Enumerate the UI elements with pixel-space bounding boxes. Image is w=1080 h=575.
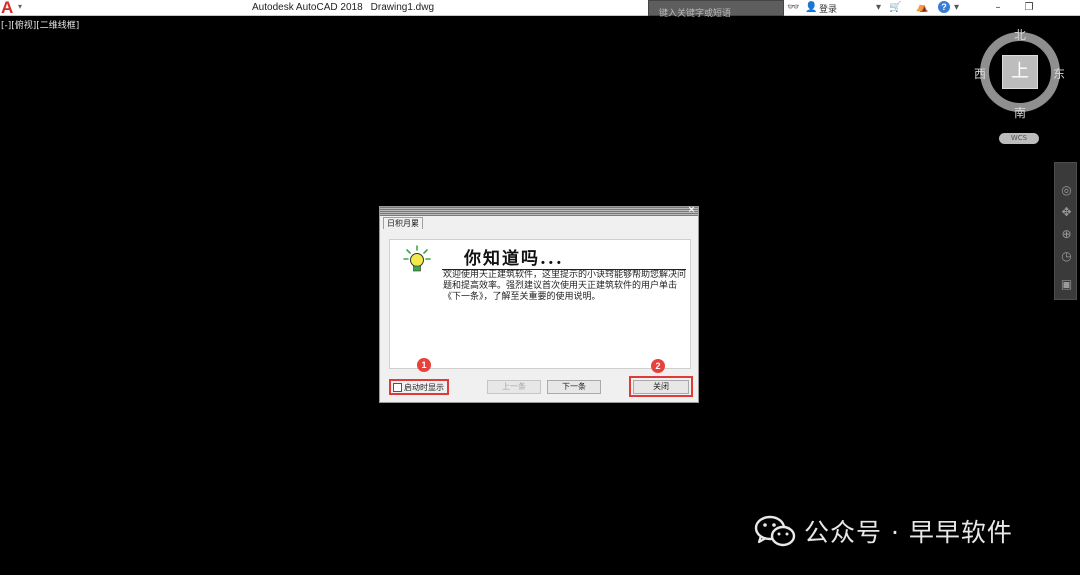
document-name: Drawing1.dwg	[370, 2, 435, 13]
compass-west[interactable]: 西	[974, 65, 986, 82]
autocad-logo-icon: A	[1, 0, 14, 17]
startup-checkbox[interactable]: 启动时显示	[389, 379, 449, 395]
showmotion-icon[interactable]: ▣	[1059, 277, 1074, 292]
next-tip-button[interactable]: 下一条	[547, 380, 601, 394]
user-icon[interactable]: 👤	[805, 1, 817, 15]
compass-north[interactable]: 北	[1014, 26, 1026, 43]
full-navigation-wheel-icon[interactable]: ◎	[1059, 183, 1074, 198]
lightbulb-icon	[403, 245, 431, 272]
dialog-tab[interactable]: 日积月累	[383, 217, 423, 229]
watermark: 公众号 · 早早软件	[754, 511, 1013, 551]
navigation-bar: ◎ ✥ ⊕ ◷ ▣	[1054, 162, 1077, 300]
prev-tip-button[interactable]: 上一条	[487, 380, 541, 394]
pan-icon[interactable]: ✥	[1059, 205, 1074, 220]
step-marker-2: 2	[651, 359, 665, 373]
help-icon: ?	[938, 1, 950, 13]
zoom-icon[interactable]: ⊕	[1059, 227, 1074, 242]
watermark-text: 公众号 · 早早软件	[804, 518, 1013, 547]
compass-east[interactable]: 东	[1053, 65, 1065, 82]
window-title: Autodesk AutoCAD 2018 Drawing1.dwg	[252, 2, 434, 13]
search-box[interactable]	[648, 0, 784, 21]
viewcube[interactable]: 上 北 南 东 西	[974, 26, 1065, 120]
viewcube-top-face[interactable]: 上	[1002, 55, 1038, 89]
checkbox-box[interactable]	[393, 382, 402, 392]
tip-title: 你知道吗...	[464, 249, 564, 269]
application-menu-button[interactable]: A ▾	[0, 0, 28, 17]
search-input[interactable]	[649, 7, 783, 21]
tip-text: 欢迎使用天正建筑软件，这里提示的小诀窍能够帮助您解决问题和提高效率。强烈建议首次…	[443, 270, 687, 302]
tip-panel: 你知道吗... 欢迎使用天正建筑软件，这里提示的小诀窍能够帮助您解决问题和提高效…	[389, 239, 691, 369]
viewport-controls-label[interactable]: [-][俯视][二维线框]	[1, 18, 79, 31]
title-bar: A ▾ Autodesk AutoCAD 2018Drawing1.dwg 👓 …	[0, 0, 1080, 21]
orbit-icon[interactable]: ◷	[1059, 249, 1074, 264]
step-marker-1: 1	[417, 358, 431, 372]
cart-icon[interactable]: 🛒	[889, 1, 901, 15]
tip-of-the-day-dialog: × 日积月累 你知道吗... 欢迎使用天正建筑软件，这里提示的小诀窍能够帮助您解…	[379, 205, 699, 403]
dialog-close-icon[interactable]: ×	[687, 205, 696, 215]
compass-south[interactable]: 南	[1014, 104, 1026, 121]
login-button[interactable]: 登录	[819, 2, 837, 15]
binoculars-icon[interactable]: 👓	[787, 1, 799, 15]
wechat-icon	[754, 515, 796, 547]
dropdown-caret-icon[interactable]: ▾	[876, 1, 881, 15]
close-button[interactable]: 关闭	[633, 380, 689, 394]
wcs-menu[interactable]: WCS	[999, 133, 1039, 144]
exchange-icon[interactable]: ⛺	[916, 1, 928, 15]
minimize-button[interactable]: –	[985, 0, 1011, 16]
dialog-title-bar[interactable]: ×	[380, 205, 698, 216]
help-button[interactable]: ?	[938, 1, 950, 15]
app-name: Autodesk AutoCAD 2018	[252, 2, 363, 13]
restore-button[interactable]: ❐	[1016, 0, 1042, 16]
startup-checkbox-label[interactable]: 启动时显示	[404, 382, 444, 393]
help-dropdown-icon[interactable]: ▾	[954, 1, 959, 15]
chevron-down-icon: ▾	[18, 2, 23, 11]
